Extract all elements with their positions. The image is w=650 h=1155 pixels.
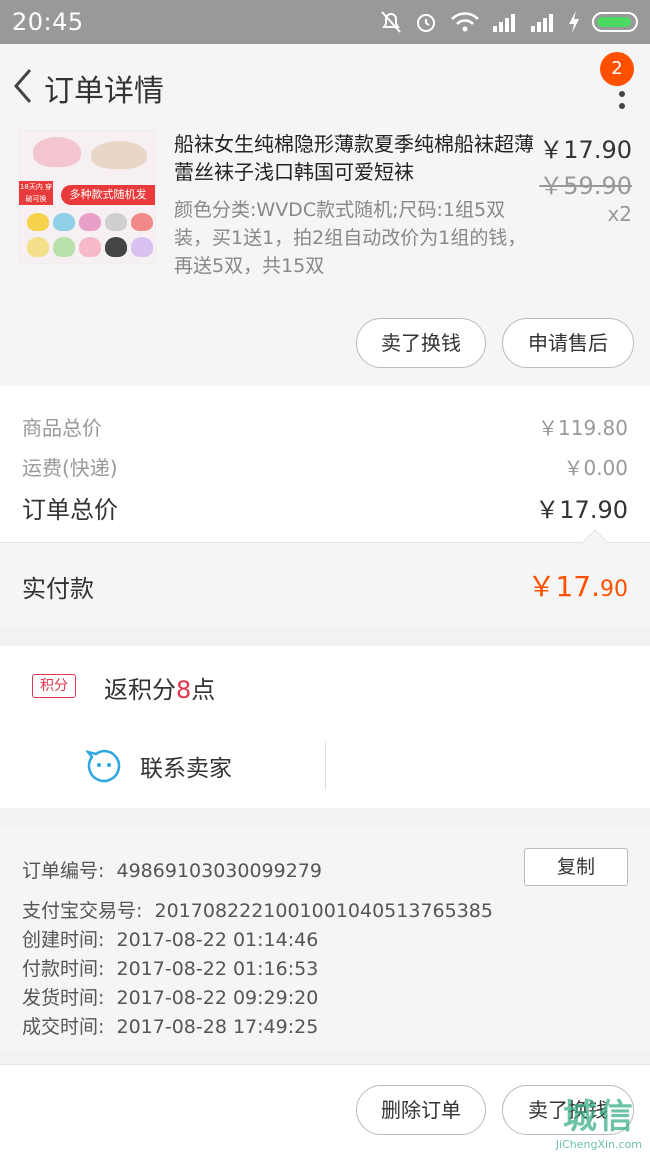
- points-section: 积分 返积分8点 联系卖家: [0, 646, 650, 808]
- notification-badge: 2: [600, 52, 634, 86]
- paid-time-line: 付款时间: 2017-08-22 01:16:53: [22, 958, 319, 980]
- closed-time-line: 成交时间: 2017-08-28 17:49:25: [22, 1016, 319, 1038]
- charging-icon: [569, 11, 579, 33]
- actual-payment-label: 实付款: [22, 575, 94, 603]
- contact-seller-button[interactable]: 联系卖家: [86, 748, 232, 784]
- shipping-row: 运费(快递) ￥0.00: [22, 452, 628, 481]
- divider: [325, 742, 326, 790]
- contact-seller-label: 联系卖家: [140, 756, 232, 782]
- product-spec: 颜色分类:WVDC款式随机;尺码:1组5双装，买1送1，拍2组自动改价为1组的钱…: [174, 199, 527, 277]
- chat-face-icon: [86, 749, 121, 783]
- alipay-number: 2017082221001001040513765385: [154, 900, 493, 922]
- watermark-logo: 城信 JiChengXin.com: [555, 1097, 642, 1151]
- thumb-banner: 多种款式随机发: [61, 185, 155, 205]
- order-number: 49869103030099279: [116, 860, 323, 882]
- product-quantity: x2: [607, 202, 632, 226]
- mute-bell-icon: [381, 11, 401, 33]
- created-time-line: 创建时间: 2017-08-22 01:14:46: [22, 929, 319, 951]
- points-badge: 积分: [32, 674, 76, 698]
- order-total-value: ￥17.90: [535, 496, 628, 524]
- signal-icon: [493, 14, 515, 32]
- alipay-line: 支付宝交易号: 2017082221001001040513765385: [22, 900, 493, 922]
- order-total-label: 订单总价: [22, 496, 118, 524]
- delete-order-button[interactable]: 删除订单: [356, 1085, 486, 1135]
- copy-button[interactable]: 复制: [524, 848, 628, 886]
- thumb-tag: 18天内 穿破可换: [19, 181, 53, 205]
- goods-total-value: ￥119.80: [538, 416, 628, 440]
- apply-aftersale-button[interactable]: 申请售后: [502, 318, 634, 368]
- page-title: 订单详情: [44, 74, 164, 109]
- goods-total-row: 商品总价 ￥119.80: [22, 412, 628, 441]
- status-bar: 20:45: [0, 0, 650, 44]
- product-price: ￥17.90: [539, 136, 632, 164]
- status-time: 20:45: [12, 8, 84, 36]
- shipped-time-line: 发货时间: 2017-08-22 09:29:20: [22, 987, 319, 1009]
- wifi-icon: [451, 12, 479, 32]
- battery-icon: [592, 12, 638, 32]
- order-number-line: 订单编号: 49869103030099279: [22, 860, 323, 882]
- product-card[interactable]: 18天内 穿破可换 多种款式随机发 船袜女生纯棉隐形薄款夏季纯棉船袜超薄蕾丝袜子…: [0, 130, 650, 386]
- bottom-action-bar: 删除订单 卖了换钱 城信 JiChengXin.com: [0, 1064, 650, 1155]
- nav-bar: 订单详情 2: [0, 44, 650, 130]
- shipping-label: 运费(快递): [22, 456, 118, 480]
- alarm-icon: [417, 14, 435, 32]
- product-original-price: ￥59.90: [539, 172, 632, 200]
- price-summary: 商品总价 ￥119.80 运费(快递) ￥0.00 订单总价 ￥17.90: [0, 386, 650, 542]
- actual-payment: 实付款 ￥17.90: [0, 529, 650, 628]
- product-thumbnail[interactable]: 18天内 穿破可换 多种款式随机发: [18, 130, 156, 264]
- back-arrow-icon[interactable]: [8, 66, 38, 106]
- status-icons: [380, 10, 638, 34]
- points-text: 返积分8点: [104, 676, 216, 704]
- signal-icon-2: [531, 14, 553, 32]
- goods-total-label: 商品总价: [22, 416, 102, 440]
- shipping-value: ￥0.00: [563, 456, 628, 480]
- sell-for-cash-button[interactable]: 卖了换钱: [356, 318, 486, 368]
- order-total-row: 订单总价 ￥17.90: [22, 490, 628, 525]
- order-info: 订单编号: 49869103030099279 复制 支付宝交易号: 20170…: [0, 826, 650, 1052]
- product-title[interactable]: 船袜女生纯棉隐形薄款夏季纯棉船袜超薄蕾丝袜子浅口韩国可爱短袜: [174, 130, 534, 186]
- actual-payment-amount: ￥17.90: [527, 570, 628, 603]
